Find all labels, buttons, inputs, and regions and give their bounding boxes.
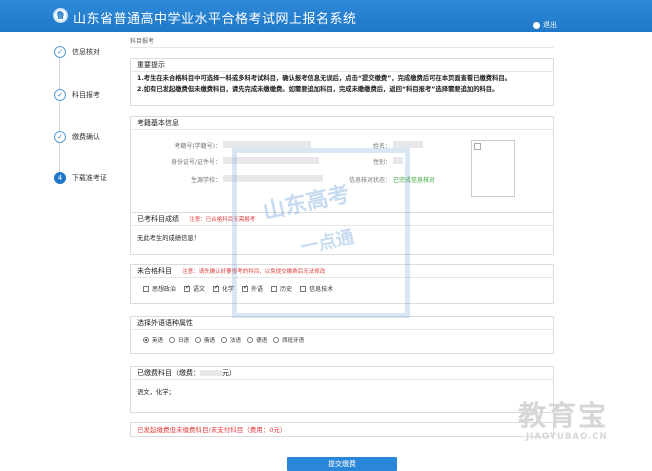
subject-checkbox-group: 思想政治 语文 化学 外语 历史 信息技术 (131, 278, 553, 293)
checkbox-label: 信息技术 (309, 286, 334, 293)
paid-amount-value (200, 370, 222, 376)
checkbox-icon (143, 285, 149, 292)
radio-label: 德语 (256, 338, 268, 344)
panel-title-text: 已考科目成绩 (137, 215, 179, 223)
radio-icon (221, 337, 228, 343)
status-label: 信息核对状态： (348, 177, 391, 184)
logout-button[interactable]: 退出 (533, 20, 557, 30)
step-connector (59, 54, 60, 179)
subject-checkbox-foreign-language[interactable]: 外语 (242, 284, 263, 293)
student-photo (471, 140, 515, 197)
step-number-icon: 4 (54, 172, 66, 184)
radio-icon (247, 337, 254, 343)
panel-title: 选择外语语种属性 (131, 317, 553, 330)
radio-label: 俄语 (204, 338, 216, 344)
notice-line: 1.考生在未合格科目中可选择一科或多科考试科目，确认报考信息无误后，点击“提交缴… (137, 75, 511, 82)
paid-content: 语文，化学； (137, 389, 175, 396)
radio-icon (169, 337, 176, 343)
step-label: 缴费确认 (72, 133, 100, 141)
subject-checkbox-chemistry[interactable]: 化学 (213, 284, 234, 293)
status-value: 已完成信息核对 (393, 177, 436, 184)
step-subject-register[interactable]: ✓ 科目报考 (52, 89, 100, 101)
checkbox-checked-icon (213, 284, 219, 292)
check-icon: ✓ (54, 89, 66, 101)
radio-icon (273, 337, 280, 343)
broken-image-icon (474, 143, 481, 150)
radio-spanish[interactable]: 西班牙语 (273, 336, 304, 344)
exam-no-value (223, 141, 311, 148)
checkbox-label: 外语 (251, 286, 264, 293)
steps-sidebar: ✓ 信息核对 ✓ 科目报考 ✓ 缴费确认 4 下载准考证 (52, 40, 127, 185)
unpaid-panel: 已发起缴费但未缴费科目/未支付科目（费用：0元） (130, 422, 554, 437)
language-radio-group: 英语 日语 俄语 法语 德语 西班牙语 (131, 330, 553, 344)
user-icon (533, 21, 540, 29)
id-value (223, 157, 319, 164)
gender-value (393, 157, 403, 164)
panel-title: 未合格科目 注意：请先确认好要报考的科目，以免提交缴费后无法修改 (131, 265, 553, 278)
panel-title: 考籍基本信息 (131, 117, 553, 130)
breadcrumb: 科目报考 (130, 36, 554, 48)
panel-title: 重要提示 (131, 59, 553, 72)
id-label: 身份证号/证件号： (170, 159, 221, 166)
radio-selected-icon (143, 337, 149, 343)
logo-icon: 鲁 (53, 8, 68, 23)
submit-payment-button[interactable]: 提交缴费 (287, 457, 397, 471)
radio-label: 西班牙语 (282, 338, 305, 344)
radio-japanese[interactable]: 日语 (169, 336, 189, 344)
notice-line: 2.如有已发起缴费但未缴费科目，请先完成未缴缴费。如需要追加科目，完成未缴缴费后… (137, 86, 499, 93)
checkbox-checked-icon (184, 284, 190, 292)
name-value (393, 141, 423, 148)
radio-french[interactable]: 法语 (221, 336, 241, 344)
radio-english[interactable]: 英语 (143, 336, 163, 344)
top-header: 鲁 山东省普通高中学业水平合格考试网上报名系统 退出 (0, 0, 652, 32)
failed-subjects-panel: 未合格科目 注意：请先确认好要报考的科目，以免提交缴费后无法修改 思想政治 语文… (130, 264, 554, 304)
exam-no-label: 考籍号(学籍号)： (174, 143, 221, 150)
step-label: 信息核对 (72, 48, 100, 56)
notice-panel: 重要提示 1.考生在未合格科目中可选择一科或多科考试科目，确认报考信息无误后，点… (130, 58, 554, 106)
gender-label: 性别： (372, 159, 391, 166)
paid-subjects-panel: 已缴费科目（缴费： 元） 语文，化学； (130, 366, 554, 413)
name-label: 姓名： (372, 143, 391, 150)
step-label: 下载准考证 (72, 174, 107, 182)
main-content: 科目报考 重要提示 1.考生在未合格科目中可选择一科或多科考试科目，确认报考信息… (130, 36, 554, 437)
panel-title: 已考科目成绩 注意：已合格科目无需报考 (131, 213, 553, 226)
checkbox-icon (300, 285, 307, 292)
checkbox-checked-icon (242, 284, 248, 292)
school-label: 生源学校： (190, 177, 221, 184)
radio-russian[interactable]: 俄语 (195, 336, 215, 344)
paid-title-suffix: 元） (222, 369, 236, 377)
checkbox-label: 历史 (280, 286, 293, 293)
subject-checkbox-it[interactable]: 信息技术 (300, 284, 333, 293)
radio-label: 法语 (230, 338, 242, 344)
language-panel: 选择外语语种属性 英语 日语 俄语 法语 德语 西班牙语 (130, 316, 554, 354)
step-label: 科目报考 (72, 91, 100, 99)
logout-label: 退出 (543, 21, 557, 29)
panel-title-text: 未合格科目 (137, 267, 172, 275)
panel-note: 注意：已合格科目无需报考 (189, 217, 256, 223)
step-download-ticket[interactable]: 4 下载准考证 (52, 172, 107, 184)
site-title: 山东省普通高中学业水平合格考试网上报名系统 (73, 12, 357, 27)
panel-note: 注意：请先确认好要报考的科目，以免提交缴费后无法修改 (182, 269, 326, 275)
check-icon: ✓ (54, 46, 66, 58)
step-info-check[interactable]: ✓ 信息核对 (52, 46, 100, 58)
subject-checkbox-history[interactable]: 历史 (271, 284, 292, 293)
radio-label: 日语 (178, 338, 190, 344)
checkbox-label: 思想政治 (152, 286, 177, 293)
subject-checkbox-politics[interactable]: 思想政治 (143, 284, 176, 293)
panel-title: 已缴费科目（缴费： 元） (131, 367, 553, 380)
checkbox-label: 化学 (222, 286, 235, 293)
school-value (223, 175, 323, 182)
taken-content: 无此考生的成绩信息！ (137, 235, 200, 242)
check-icon: ✓ (54, 131, 66, 143)
radio-german[interactable]: 德语 (247, 336, 267, 344)
subject-checkbox-chinese[interactable]: 语文 (184, 284, 205, 293)
radio-label: 英语 (152, 338, 164, 344)
radio-icon (195, 337, 202, 343)
paid-title-prefix: 已缴费科目（缴费： (137, 369, 200, 377)
checkbox-label: 语文 (193, 286, 206, 293)
taken-subjects-panel: 已考科目成绩 注意：已合格科目无需报考 无此考生的成绩信息！ (130, 212, 554, 255)
step-payment-confirm[interactable]: ✓ 缴费确认 (52, 131, 100, 143)
checkbox-icon (271, 285, 278, 292)
